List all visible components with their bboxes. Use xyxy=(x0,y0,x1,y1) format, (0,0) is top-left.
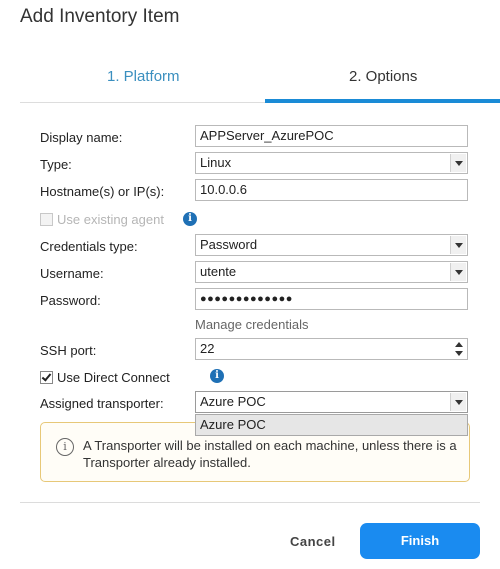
dialog-title: Add Inventory Item xyxy=(20,6,180,27)
chevron-down-icon[interactable] xyxy=(450,236,466,254)
display-name-input[interactable]: APPServer_AzurePOC xyxy=(195,125,468,147)
display-name-label: Display name: xyxy=(40,130,123,145)
credentials-type-value: Password xyxy=(200,237,258,252)
ssh-port-input[interactable]: 22 xyxy=(195,338,468,360)
port-stepper[interactable] xyxy=(452,340,466,358)
credentials-type-label: Credentials type: xyxy=(40,239,138,254)
transporter-option[interactable]: Azure POC xyxy=(200,417,266,432)
display-name-value: APPServer_AzurePOC xyxy=(200,128,334,143)
transporter-dropdown-list: Azure POC xyxy=(195,414,468,436)
credentials-type-select[interactable]: Password xyxy=(195,234,468,256)
assigned-transporter-value: Azure POC xyxy=(200,394,266,409)
username-select[interactable]: utente xyxy=(195,261,468,283)
tab-options[interactable]: 2. Options xyxy=(349,68,417,85)
info-icon[interactable]: i xyxy=(183,212,197,226)
cancel-button[interactable]: Cancel xyxy=(290,534,336,549)
password-label: Password: xyxy=(40,293,101,308)
use-existing-agent-label: Use existing agent xyxy=(57,212,164,227)
chevron-down-icon[interactable] xyxy=(450,154,466,172)
chevron-down-icon[interactable] xyxy=(450,393,466,411)
use-existing-agent-checkbox[interactable] xyxy=(40,213,53,226)
password-input[interactable]: ●●●●●●●●●●●●● xyxy=(195,288,468,310)
tab-platform[interactable]: 1. Platform xyxy=(107,68,180,85)
type-value: Linux xyxy=(200,155,232,170)
chevron-up-icon[interactable] xyxy=(455,342,463,347)
use-direct-connect-checkbox[interactable] xyxy=(40,371,53,384)
type-select[interactable]: Linux xyxy=(195,152,468,174)
transporter-link[interactable]: Transporter xyxy=(94,438,161,453)
hostname-label: Hostname(s) or IP(s): xyxy=(40,184,165,199)
tab-active-indicator xyxy=(265,99,500,103)
username-label: Username: xyxy=(40,266,104,281)
chevron-down-icon[interactable] xyxy=(455,351,463,356)
notice-text: A Transporter will be installed on each … xyxy=(83,438,457,470)
manage-credentials-link[interactable]: Manage credentials xyxy=(195,317,308,332)
assigned-transporter-select[interactable]: Azure POC xyxy=(195,391,468,413)
finish-button[interactable]: Finish xyxy=(360,523,480,559)
hostname-input[interactable]: 10.0.0.6 xyxy=(195,179,468,201)
type-label: Type: xyxy=(40,157,72,172)
ssh-port-value: 22 xyxy=(200,341,215,356)
footer-divider xyxy=(20,502,480,503)
info-circle-icon: i xyxy=(56,438,74,456)
hostname-value: 10.0.0.6 xyxy=(200,182,247,197)
password-value: ●●●●●●●●●●●●● xyxy=(200,293,293,305)
chevron-down-icon[interactable] xyxy=(450,263,466,281)
username-value: utente xyxy=(200,264,237,279)
assigned-transporter-label: Assigned transporter: xyxy=(40,396,164,411)
info-icon[interactable]: i xyxy=(210,369,224,383)
ssh-port-label: SSH port: xyxy=(40,343,97,358)
use-direct-connect-label: Use Direct Connect xyxy=(57,370,170,385)
